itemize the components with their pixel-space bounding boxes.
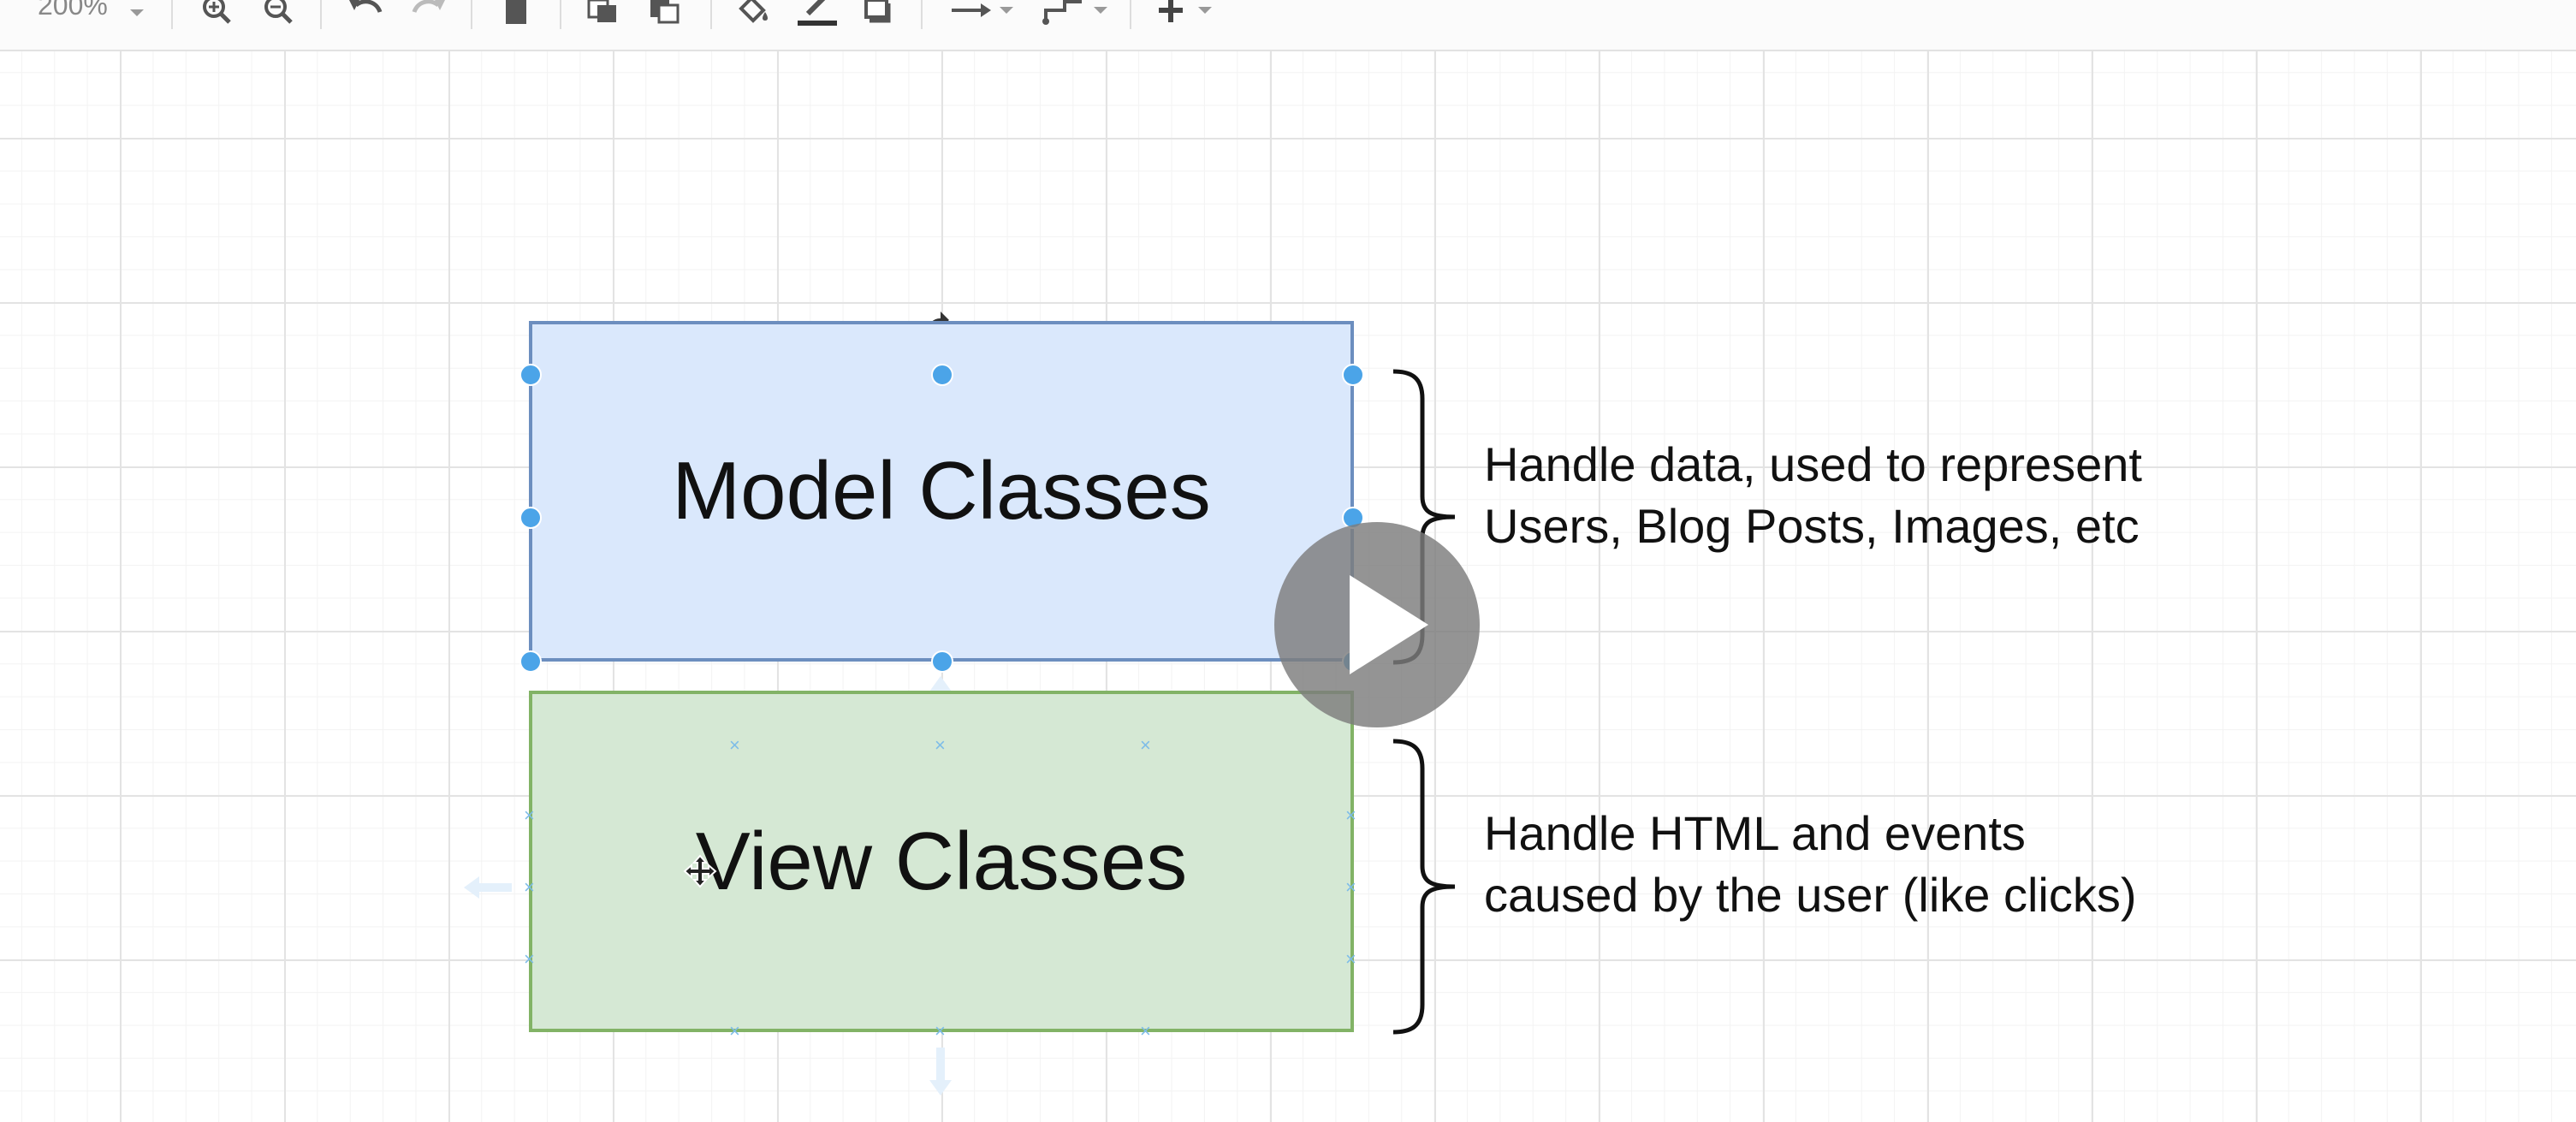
move-cursor-icon [683,854,717,888]
connection-point[interactable]: × [935,1022,946,1041]
resize-handle-top[interactable] [931,364,953,386]
resize-handle-bottom[interactable] [931,650,953,673]
connection-point[interactable]: × [729,736,740,755]
toolbar-divider [921,0,923,29]
resize-handle-top-left[interactable] [519,364,542,386]
connection-point[interactable]: × [935,736,946,755]
redo-icon[interactable] [409,0,447,26]
delete-icon[interactable] [502,0,531,26]
connection-point[interactable]: × [1345,878,1356,897]
resize-handle-left[interactable] [519,507,542,529]
waypoint-icon[interactable] [1039,0,1111,26]
connection-point[interactable]: × [1140,736,1151,755]
resize-handle-top-right[interactable] [1342,364,1364,386]
connection-point[interactable]: × [1345,806,1356,825]
connection-point[interactable]: × [1140,1022,1151,1041]
toolbar-divider [320,0,322,29]
connection-point[interactable]: × [729,1022,740,1041]
connect-arrow-down-icon[interactable] [928,1046,953,1097]
connection-point[interactable]: × [524,950,535,969]
model-classes-label: Model Classes [672,445,1211,537]
model-note-line-2[interactable]: Users, Blog Posts, Images, etc [1484,496,2140,557]
view-classes-label: View Classes [695,815,1188,907]
view-note-line-2[interactable]: caused by the user (like clicks) [1484,864,2137,926]
fill-color-icon[interactable] [736,0,774,26]
zoom-level[interactable]: 200% [38,0,108,21]
toolbar-divider [471,0,472,29]
connection-point[interactable]: × [1345,950,1356,969]
toolbar-divider [171,0,173,29]
view-brace-icon[interactable] [1390,738,1462,1037]
zoom-out-icon[interactable] [262,0,296,26]
shadow-icon[interactable] [863,0,897,26]
resize-handle-bottom-left[interactable] [519,650,542,673]
line-color-icon[interactable] [796,0,839,26]
zoom-in-icon[interactable] [200,0,234,26]
to-back-icon[interactable] [649,0,683,26]
undo-icon[interactable] [347,0,385,26]
insert-icon[interactable] [1152,0,1220,26]
play-button[interactable] [1274,522,1480,727]
toolbar-divider [710,0,712,29]
toolbar-divider [560,0,561,29]
toolbar: 200% [0,0,2576,51]
connect-arrow-left-icon[interactable] [462,875,513,900]
toolbar-divider [1130,0,1131,29]
play-icon [1350,575,1428,674]
connection-point[interactable]: × [524,878,535,897]
model-note-line-1[interactable]: Handle data, used to represent [1484,434,2142,496]
connection-point[interactable]: × [524,806,535,825]
view-note-line-1[interactable]: Handle HTML and events [1484,803,2026,864]
zoom-dropdown-icon[interactable] [127,0,147,26]
to-front-icon[interactable] [587,0,621,26]
connection-icon[interactable] [948,0,1017,26]
